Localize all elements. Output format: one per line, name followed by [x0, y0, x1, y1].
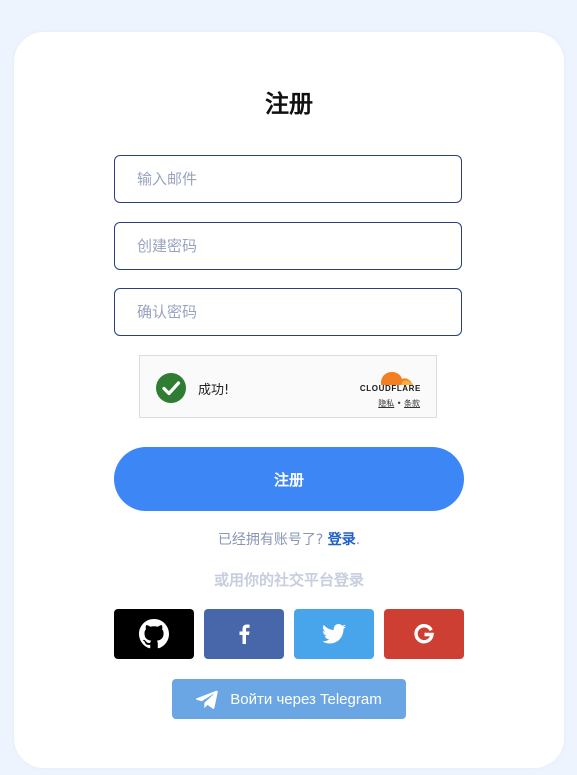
- facebook-login-button[interactable]: [204, 609, 284, 659]
- login-prompt-line: 已经拥有账号了? 登录.: [14, 529, 564, 549]
- register-button[interactable]: 注册: [114, 447, 464, 511]
- privacy-link[interactable]: 隐私: [378, 399, 394, 408]
- links-separator: •: [396, 399, 402, 408]
- login-link[interactable]: 登录: [328, 532, 356, 548]
- github-icon: [139, 619, 169, 649]
- login-suffix: .: [355, 532, 361, 548]
- social-login-caption: 或用你的社交平台登录: [213, 571, 364, 589]
- telegram-label: Войти через Telegram: [230, 690, 382, 708]
- google-login-button[interactable]: [384, 609, 464, 659]
- password-field[interactable]: [114, 222, 462, 270]
- captcha-status: 成功!: [198, 383, 230, 398]
- terms-link[interactable]: 条款: [404, 399, 420, 408]
- google-icon: [414, 624, 434, 644]
- twitter-login-button[interactable]: [294, 609, 374, 659]
- confirm-password-field[interactable]: [114, 288, 462, 336]
- login-prompt-text: 已经拥有账号了?: [217, 532, 324, 548]
- telegram-login-button[interactable]: Войти через Telegram: [172, 679, 406, 719]
- twitter-icon: [322, 624, 346, 644]
- cloudflare-brand: CLOUDFLARE: [359, 384, 421, 393]
- success-check-icon: [156, 373, 186, 403]
- email-field[interactable]: [114, 155, 462, 203]
- telegram-icon: [196, 690, 219, 709]
- cloudflare-captcha-widget[interactable]: 成功! CLOUDFLARE 隐私 • 条款: [139, 355, 437, 418]
- register-card: 注册 成功! CLOUDFLARE 隐私 • 条款 注册 已经拥有账号了? 登录…: [14, 32, 564, 768]
- captcha-links: 隐私 • 条款: [378, 398, 420, 409]
- page-title: 注册: [265, 90, 313, 118]
- github-login-button[interactable]: [114, 609, 194, 659]
- facebook-icon: [239, 624, 250, 644]
